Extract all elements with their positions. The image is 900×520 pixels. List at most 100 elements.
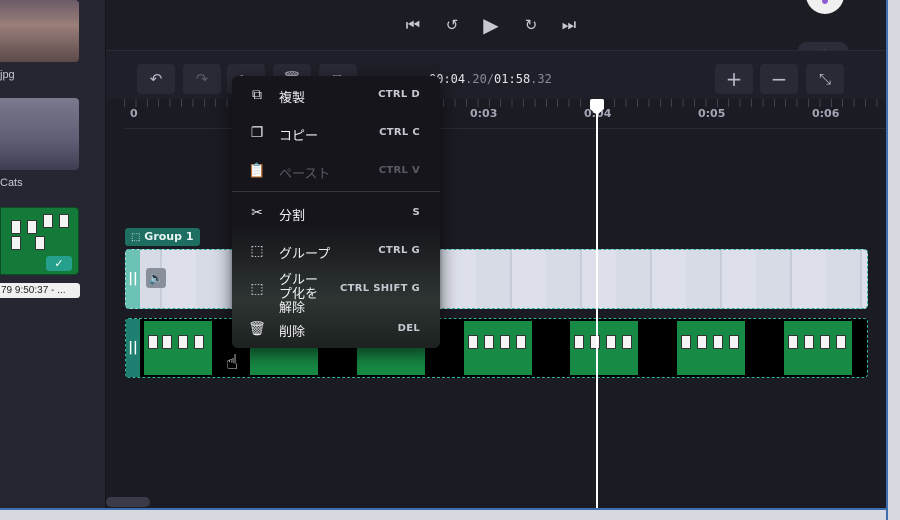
duplicate-icon: ⧉ bbox=[252, 87, 262, 103]
redo-icon[interactable]: ↷ bbox=[183, 64, 221, 94]
menu-item-delete[interactable]: 🗑 削除 DEL bbox=[232, 310, 440, 348]
timecode: 00:04.20/01:58.32 bbox=[429, 72, 552, 86]
zoom-in-icon[interactable]: + bbox=[715, 64, 753, 94]
card-image bbox=[590, 335, 600, 349]
video-frame bbox=[144, 321, 212, 375]
ruler-label: 0:06 bbox=[812, 107, 840, 120]
group-icon: ⬚ bbox=[250, 243, 264, 259]
playhead[interactable] bbox=[590, 99, 604, 513]
trash-icon: 🗑 bbox=[248, 321, 266, 337]
timeline-panel: ↶ ↷ ✂ 🗑 ⧉ 00:04.20/01:58.32 + − ⤡ 0 0:03… bbox=[106, 50, 886, 513]
menu-item-label: 分割 bbox=[279, 209, 306, 224]
undo-icon[interactable]: ↶ bbox=[137, 64, 175, 94]
clip-trim-handle[interactable]: || bbox=[126, 250, 140, 308]
timecode-separator: / bbox=[486, 72, 495, 86]
paste-icon: 📋 bbox=[248, 163, 266, 179]
timeline-toolbar: ↶ ↷ ✂ 🗑 ⧉ 00:04.20/01:58.32 + − ⤡ bbox=[106, 51, 886, 99]
ungroup-icon: ⬚ bbox=[250, 281, 264, 297]
menu-item-label: 複製 bbox=[279, 91, 306, 106]
skip-back-icon[interactable]: ⏮ bbox=[402, 14, 424, 36]
timecode-current-frac: .20 bbox=[465, 72, 487, 86]
media-thumbnail-balloons[interactable] bbox=[0, 0, 79, 62]
card-image bbox=[681, 335, 691, 349]
menu-item-label: コピー bbox=[279, 129, 319, 144]
rewind-5-icon[interactable]: ↺ bbox=[441, 14, 463, 36]
media-label: 79 9:50:37 - ... bbox=[0, 283, 80, 298]
scissors-icon: ✂ bbox=[251, 205, 263, 221]
ruler-label: 0:03 bbox=[470, 107, 498, 120]
menu-item-shortcut: CTRL SHIFT G bbox=[340, 283, 420, 294]
skip-forward-icon[interactable]: ⏭ bbox=[558, 14, 580, 36]
menu-item-copy[interactable]: ❐ コピー CTRL C bbox=[232, 114, 440, 152]
card-image bbox=[162, 335, 172, 349]
group-label-text: Group 1 bbox=[144, 230, 194, 243]
card-image bbox=[836, 335, 846, 349]
menu-item-shortcut: DEL bbox=[397, 323, 420, 334]
forward-5-icon[interactable]: ↻ bbox=[520, 14, 542, 36]
menu-item-split[interactable]: ✂ 分割 S bbox=[232, 194, 440, 232]
avatar[interactable] bbox=[806, 0, 844, 14]
copy-icon: ❐ bbox=[250, 125, 264, 141]
clip-trim-handle[interactable]: || bbox=[126, 319, 140, 377]
menu-item-duplicate[interactable]: ⧉ 複製 CTRL D bbox=[232, 76, 440, 114]
media-label: jpg bbox=[0, 69, 15, 81]
play-icon[interactable]: ▶ bbox=[480, 14, 502, 36]
window-edge bbox=[0, 508, 886, 520]
media-panel: jpg Cats ✓ 79 9:50:37 - ... bbox=[0, 0, 106, 520]
card-image bbox=[516, 335, 526, 349]
menu-item-shortcut: CTRL D bbox=[378, 89, 420, 100]
card-image bbox=[574, 335, 584, 349]
card-image bbox=[713, 335, 723, 349]
group-icon: ⬚ bbox=[131, 232, 141, 243]
card-image bbox=[606, 335, 616, 349]
card-image bbox=[43, 214, 53, 228]
menu-item-paste: 📋 ペースト CTRL V bbox=[232, 152, 440, 190]
menu-item-label: ペースト bbox=[279, 167, 331, 182]
menu-item-shortcut: CTRL G bbox=[378, 245, 420, 256]
window-edge bbox=[886, 0, 900, 520]
speaker-icon[interactable]: 🔈 bbox=[146, 268, 166, 288]
media-label: Cats bbox=[0, 177, 23, 189]
player-controls: ⏮ ↺ ▶ ↻ ⏭ ⌄ bbox=[106, 0, 886, 58]
zoom-out-icon[interactable]: − bbox=[760, 64, 798, 94]
video-frame bbox=[464, 321, 532, 375]
video-frame bbox=[784, 321, 852, 375]
context-menu: ⧉ 複製 CTRL D ❐ コピー CTRL C 📋 ペースト CTRL V ✂… bbox=[232, 76, 440, 348]
ruler-label: 0 bbox=[130, 107, 138, 120]
card-image bbox=[27, 220, 37, 234]
card-image bbox=[35, 236, 45, 250]
card-image bbox=[820, 335, 830, 349]
media-thumbnail-solitaire[interactable]: ✓ bbox=[0, 207, 79, 275]
horizontal-scrollbar[interactable] bbox=[106, 497, 150, 507]
card-image bbox=[468, 335, 478, 349]
card-image bbox=[804, 335, 814, 349]
menu-item-label: グループ bbox=[279, 247, 331, 262]
checkmark-icon: ✓ bbox=[46, 256, 72, 271]
menu-item-group[interactable]: ⬚ グループ CTRL G bbox=[232, 232, 440, 270]
menu-item-ungroup[interactable]: ⬚ グループ化を解除 CTRL SHIFT G bbox=[232, 270, 440, 316]
ruler-label: 0:05 bbox=[698, 107, 726, 120]
menu-item-shortcut: S bbox=[412, 207, 420, 218]
menu-item-shortcut: CTRL C bbox=[379, 127, 420, 138]
hand-cursor-icon: ☝ bbox=[226, 350, 239, 374]
card-image bbox=[178, 335, 188, 349]
timecode-total-frac: .32 bbox=[530, 72, 552, 86]
card-image bbox=[59, 214, 69, 228]
menu-item-label: 削除 bbox=[279, 325, 306, 340]
group-label[interactable]: ⬚ Group 1 bbox=[125, 228, 200, 246]
card-image bbox=[484, 335, 494, 349]
card-image bbox=[622, 335, 632, 349]
card-image bbox=[697, 335, 707, 349]
menu-item-shortcut: CTRL V bbox=[378, 165, 420, 176]
menu-divider bbox=[232, 191, 440, 192]
card-image bbox=[11, 236, 21, 250]
video-frame bbox=[677, 321, 745, 375]
card-image bbox=[194, 335, 204, 349]
card-image bbox=[148, 335, 158, 349]
card-image bbox=[500, 335, 510, 349]
fit-to-window-icon[interactable]: ⤡ bbox=[806, 64, 844, 94]
timecode-total: 01:58 bbox=[494, 72, 531, 86]
card-image bbox=[11, 220, 21, 234]
card-image bbox=[788, 335, 798, 349]
media-thumbnail-cats[interactable] bbox=[0, 98, 79, 170]
